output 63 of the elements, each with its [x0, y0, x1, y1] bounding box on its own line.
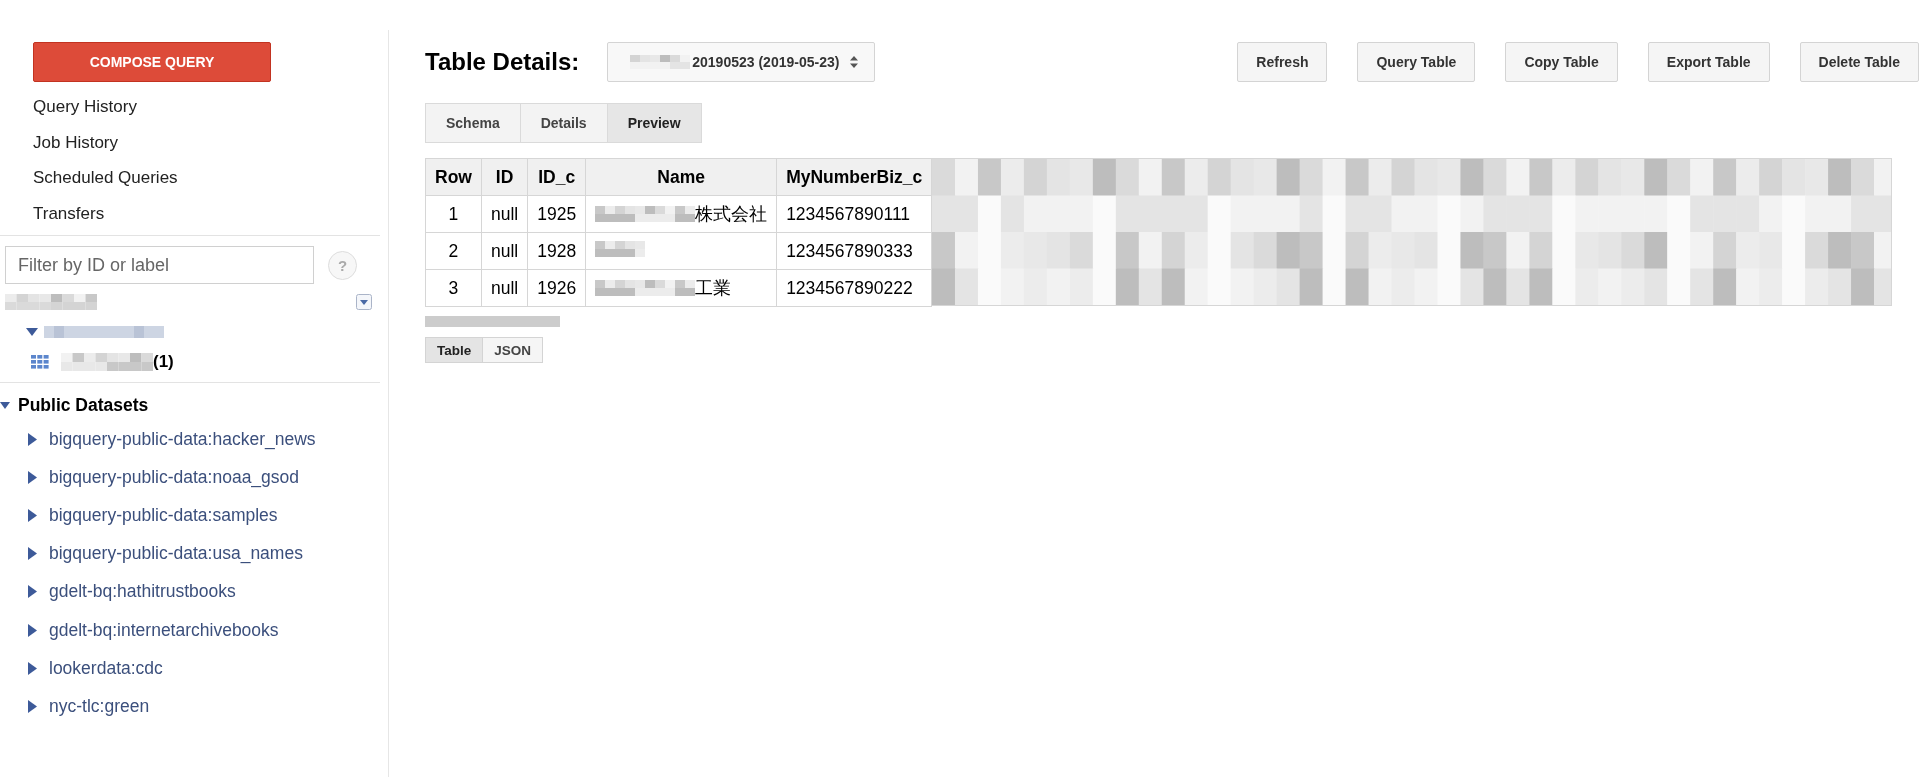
view-toggle[interactable]: JSON	[482, 337, 544, 363]
collapsed-arrow-icon[interactable]	[28, 547, 37, 561]
collapsed-arrow-icon[interactable]	[28, 508, 37, 522]
collapsed-arrow-icon[interactable]	[28, 661, 37, 675]
table-cell-text: 工業	[695, 276, 732, 300]
table-cell: 1234567890111	[776, 195, 932, 233]
action-button[interactable]: Query Table	[1357, 42, 1476, 82]
dropdown-icon[interactable]	[356, 294, 372, 310]
compose-query-button[interactable]: COMPOSE QUERY	[33, 42, 271, 82]
table-cell: null	[481, 269, 528, 307]
table-grid-icon	[31, 355, 49, 369]
nav-link[interactable]: Job History	[33, 124, 119, 160]
nav-link[interactable]: Transfers	[33, 195, 105, 231]
table-cell: null	[481, 232, 528, 270]
dataset-link[interactable]: bigquery-public-data:noaa_gsod	[49, 466, 300, 488]
dataset-link[interactable]: gdelt-bq:hathitrustbooks	[49, 581, 236, 603]
column-header: Name	[585, 158, 777, 196]
table-cell-text: 株式会社	[695, 202, 768, 226]
collapsed-arrow-icon[interactable]	[28, 470, 37, 484]
column-header: ID_c	[527, 158, 586, 196]
action-button[interactable]: Delete Table	[1799, 42, 1919, 82]
table-cell: 1928	[527, 232, 586, 270]
dataset-link[interactable]: gdelt-bq:internetarchivebooks	[49, 619, 279, 641]
collapsed-arrow-icon[interactable]	[28, 623, 37, 637]
collapsed-arrow-icon[interactable]	[28, 432, 37, 446]
column-header: ID	[481, 158, 528, 196]
collapsed-arrow-icon[interactable]	[28, 699, 37, 713]
blurred-table-prefix	[630, 55, 691, 69]
view-toggle[interactable]: Table	[425, 337, 484, 363]
scrollbar[interactable]	[425, 316, 560, 327]
expanded-arrow-icon[interactable]	[0, 401, 10, 410]
action-button[interactable]: Refresh	[1237, 42, 1328, 82]
table-cell: 2	[425, 232, 482, 270]
table-cell: 1926	[527, 269, 586, 307]
tab[interactable]: Details	[519, 103, 608, 143]
page-title: Table Details:	[425, 48, 580, 76]
table-cell: 1234567890333	[776, 232, 932, 270]
dataset-link[interactable]: lookerdata:cdc	[49, 657, 163, 679]
table-cell: 3	[425, 269, 482, 307]
dataset-link[interactable]: bigquery-public-data:usa_names	[49, 543, 303, 565]
nav-link[interactable]: Scheduled Queries	[33, 160, 178, 196]
dataset-link[interactable]: bigquery-public-data:hacker_news	[49, 428, 316, 450]
table-cell: 1	[425, 195, 482, 233]
table-cell: 1234567890222	[776, 269, 932, 307]
expanded-arrow-icon[interactable]	[26, 327, 38, 337]
spinner-arrows-icon	[849, 54, 860, 70]
column-header: Row	[425, 158, 482, 196]
dataset-link[interactable]: bigquery-public-data:samples	[49, 504, 278, 526]
action-button[interactable]: Export Table	[1647, 42, 1770, 82]
table-cell: null	[481, 195, 528, 233]
tab[interactable]: Preview	[606, 103, 702, 143]
nav-link[interactable]: Query History	[33, 89, 137, 125]
column-header: MyNumberBiz_c	[776, 158, 932, 196]
dataset-link[interactable]: nyc-tlc:green	[49, 695, 150, 717]
tab[interactable]: Schema	[425, 103, 521, 143]
section-title: Public Datasets	[18, 395, 149, 416]
public-datasets-header[interactable]: Public Datasets	[0, 393, 149, 420]
filter-field[interactable]: Filter by ID or label	[5, 246, 314, 284]
table-cell: 1925	[527, 195, 586, 233]
table-count: (1)	[153, 352, 174, 372]
action-button[interactable]: Copy Table	[1505, 42, 1618, 82]
table-select[interactable]: 20190523 (2019-05-23)	[607, 42, 876, 82]
collapsed-arrow-icon[interactable]	[28, 585, 37, 599]
